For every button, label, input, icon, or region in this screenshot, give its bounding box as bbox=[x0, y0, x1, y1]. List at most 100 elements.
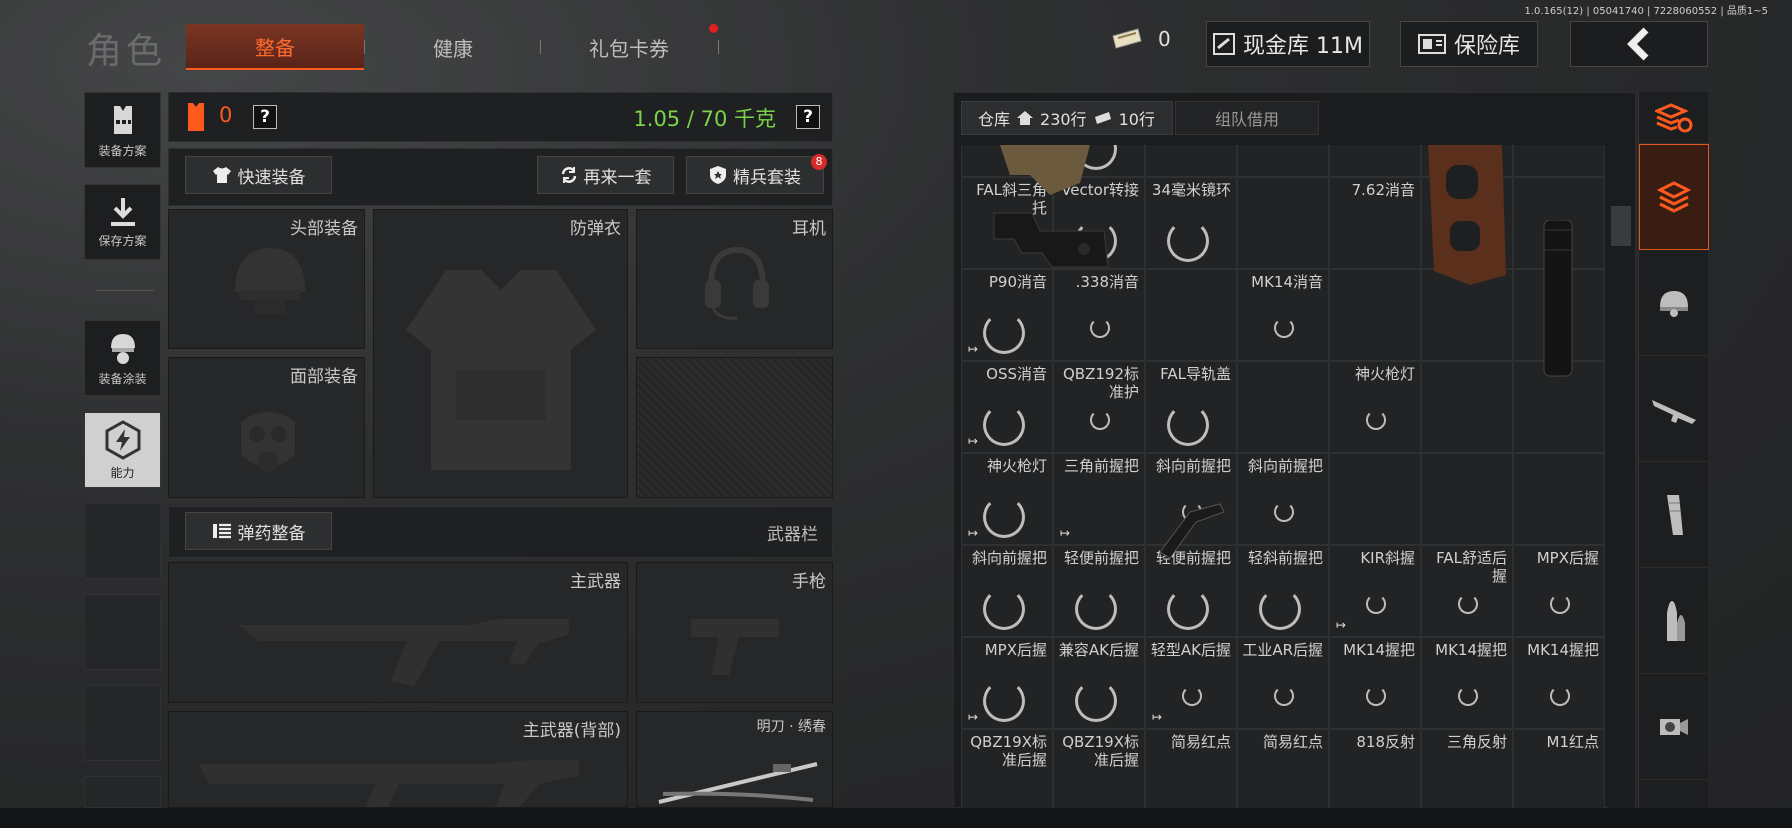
item-slot[interactable]: 三角前握把 ↦ bbox=[1053, 453, 1145, 545]
elite-set-button[interactable]: 精兵套装 bbox=[686, 156, 824, 194]
item-slot[interactable]: QBZ19X标准后握 bbox=[1053, 729, 1145, 808]
item-name: 三角前握把 bbox=[1063, 457, 1139, 475]
item-slot[interactable]: 轻型AK后握 ↦ bbox=[1145, 637, 1237, 729]
loading-spinner-icon bbox=[983, 404, 1025, 446]
loading-spinner-icon bbox=[1366, 410, 1386, 430]
loading-spinner-icon bbox=[1182, 686, 1202, 706]
item-slot[interactable]: 轻便前握把 bbox=[1053, 545, 1145, 637]
weight-help-button[interactable]: ? bbox=[796, 105, 820, 129]
back-weapon-slot[interactable]: 主武器(背部) bbox=[168, 711, 628, 808]
storage-tab[interactable]: 仓库 230行 10行 bbox=[961, 101, 1173, 135]
category-gear[interactable] bbox=[1639, 250, 1709, 356]
item-slot[interactable]: MPX后握 bbox=[1513, 545, 1605, 637]
item-slot[interactable]: 简易红点 bbox=[1145, 729, 1237, 808]
tab-equip[interactable]: 整备 bbox=[186, 24, 364, 70]
notification-dot bbox=[709, 24, 718, 33]
item-slot[interactable]: FAL舒适后握 bbox=[1421, 545, 1513, 637]
tab-gift-cards[interactable]: 礼包卡券 bbox=[542, 24, 716, 70]
item-slot[interactable]: FAL导轨盖 bbox=[1145, 361, 1237, 453]
ability-button[interactable]: 能力 bbox=[84, 412, 161, 488]
item-slot[interactable]: 神火枪灯 bbox=[1329, 361, 1421, 453]
category-all[interactable] bbox=[1639, 144, 1709, 250]
loadout-plan-label: 装备方案 bbox=[98, 143, 147, 158]
ammo-button[interactable]: 弹药整备 bbox=[185, 512, 332, 550]
item-slot[interactable] bbox=[1513, 145, 1605, 177]
item-slot[interactable] bbox=[1237, 361, 1329, 453]
item-slot[interactable]: 神火枪灯 ↦ bbox=[961, 453, 1053, 545]
empty-nav-slot bbox=[84, 685, 161, 761]
cash-vault-button[interactable]: 现金库 11M bbox=[1206, 21, 1370, 67]
item-name: 简易红点 bbox=[1262, 733, 1323, 751]
item-slot[interactable]: 7.62消音 bbox=[1329, 177, 1421, 269]
item-slot[interactable] bbox=[1329, 145, 1421, 177]
equipment-paint-button[interactable]: 装备涂装 bbox=[84, 320, 161, 396]
reequip-button[interactable]: 再来一套 bbox=[537, 156, 674, 194]
pistol-icon bbox=[691, 619, 779, 675]
item-slot[interactable]: 简易红点 bbox=[1237, 729, 1329, 808]
tab-health[interactable]: 健康 bbox=[366, 24, 540, 70]
item-slot[interactable] bbox=[1237, 177, 1329, 269]
item-slot[interactable]: OSS消音 ↦ bbox=[961, 361, 1053, 453]
category-attachments[interactable] bbox=[1639, 674, 1709, 780]
save-plan-button[interactable]: 保存方案 bbox=[84, 184, 161, 260]
primary-weapon-slot[interactable]: 主武器 bbox=[168, 562, 628, 703]
item-slot[interactable]: 三角反射 bbox=[1421, 729, 1513, 808]
melee-slot[interactable]: 明刀 · 绣春 bbox=[636, 711, 833, 808]
sort-refresh-button[interactable] bbox=[1639, 92, 1709, 144]
category-weapons[interactable] bbox=[1639, 356, 1709, 462]
item-slot[interactable] bbox=[1513, 453, 1605, 545]
item-slot[interactable]: 斜向前握把 bbox=[1237, 453, 1329, 545]
earphone-slot[interactable]: 耳机 bbox=[636, 209, 833, 349]
item-slot[interactable]: P90消音 ↦ bbox=[961, 269, 1053, 361]
face-slot[interactable]: 面部装备 bbox=[168, 357, 365, 498]
item-slot[interactable]: MK14握把 bbox=[1421, 637, 1513, 729]
item-slot[interactable]: .338消音 bbox=[1053, 269, 1145, 361]
item-slot[interactable]: M1红点 bbox=[1513, 729, 1605, 808]
empty-nav-slot bbox=[84, 776, 161, 808]
item-slot[interactable]: QBZ19X标准后握 bbox=[961, 729, 1053, 808]
loading-spinner-icon bbox=[1167, 588, 1209, 630]
item-slot[interactable]: 工业AR后握 bbox=[1237, 637, 1329, 729]
loadout-plan-button[interactable]: 装备方案 bbox=[84, 92, 161, 168]
ticket-icon bbox=[1094, 112, 1111, 124]
vest-icon bbox=[113, 105, 132, 134]
quick-equip-button[interactable]: 快速装备 bbox=[185, 156, 332, 194]
item-slot[interactable] bbox=[1145, 269, 1237, 361]
item-slot[interactable]: MPX后握 ↦ bbox=[961, 637, 1053, 729]
item-slot[interactable] bbox=[1145, 145, 1237, 177]
ticket-counter[interactable]: 0 bbox=[1110, 26, 1171, 52]
item-slot[interactable]: 34毫米镜环 bbox=[1145, 177, 1237, 269]
loading-spinner-icon bbox=[983, 312, 1025, 354]
version-info: 1.0.165(12) | 05041740 | 7228060552 | 品质… bbox=[1524, 6, 1768, 17]
item-slot[interactable] bbox=[1329, 269, 1421, 361]
item-slot[interactable]: 斜向前握把 bbox=[961, 545, 1053, 637]
item-slot[interactable] bbox=[1237, 145, 1329, 177]
back-button[interactable] bbox=[1570, 21, 1708, 67]
ability-label: 能力 bbox=[110, 465, 135, 480]
item-slot[interactable]: MK14握把 bbox=[1513, 637, 1605, 729]
safe-box-button[interactable]: 保险库 bbox=[1400, 21, 1538, 67]
item-slot[interactable]: KIR斜握 ↦ bbox=[1329, 545, 1421, 637]
item-slot[interactable]: MK14消音 bbox=[1237, 269, 1329, 361]
armor-help-button[interactable]: ? bbox=[253, 105, 277, 129]
melee-label: 明刀 · 绣春 bbox=[756, 719, 826, 735]
item-slot[interactable] bbox=[1329, 453, 1421, 545]
head-slot[interactable]: 头部装备 bbox=[168, 209, 365, 349]
item-slot[interactable]: 兼容AK后握 bbox=[1053, 637, 1145, 729]
loading-spinner-icon bbox=[1167, 220, 1209, 262]
scrollbar-thumb[interactable] bbox=[1611, 206, 1631, 246]
pistol-slot[interactable]: 手枪 bbox=[636, 562, 833, 703]
item-slot[interactable]: MK14握把 bbox=[1329, 637, 1421, 729]
team-borrow-tab[interactable]: 组队借用 bbox=[1175, 101, 1319, 135]
category-magazines[interactable] bbox=[1639, 462, 1709, 568]
head-slot-label: 头部装备 bbox=[290, 219, 358, 239]
ammo-icon bbox=[212, 523, 231, 539]
item-slot[interactable] bbox=[1421, 361, 1513, 453]
item-slot[interactable]: 轻斜前握把 bbox=[1237, 545, 1329, 637]
category-ammo[interactable] bbox=[1639, 568, 1709, 674]
cash-vault-label: 现金库 11M bbox=[1243, 34, 1363, 59]
item-slot[interactable]: QBZ192标准护 bbox=[1053, 361, 1145, 453]
item-slot[interactable] bbox=[1421, 453, 1513, 545]
item-slot[interactable]: 818反射 bbox=[1329, 729, 1421, 808]
vest-slot[interactable]: 防弹衣 bbox=[373, 209, 628, 498]
